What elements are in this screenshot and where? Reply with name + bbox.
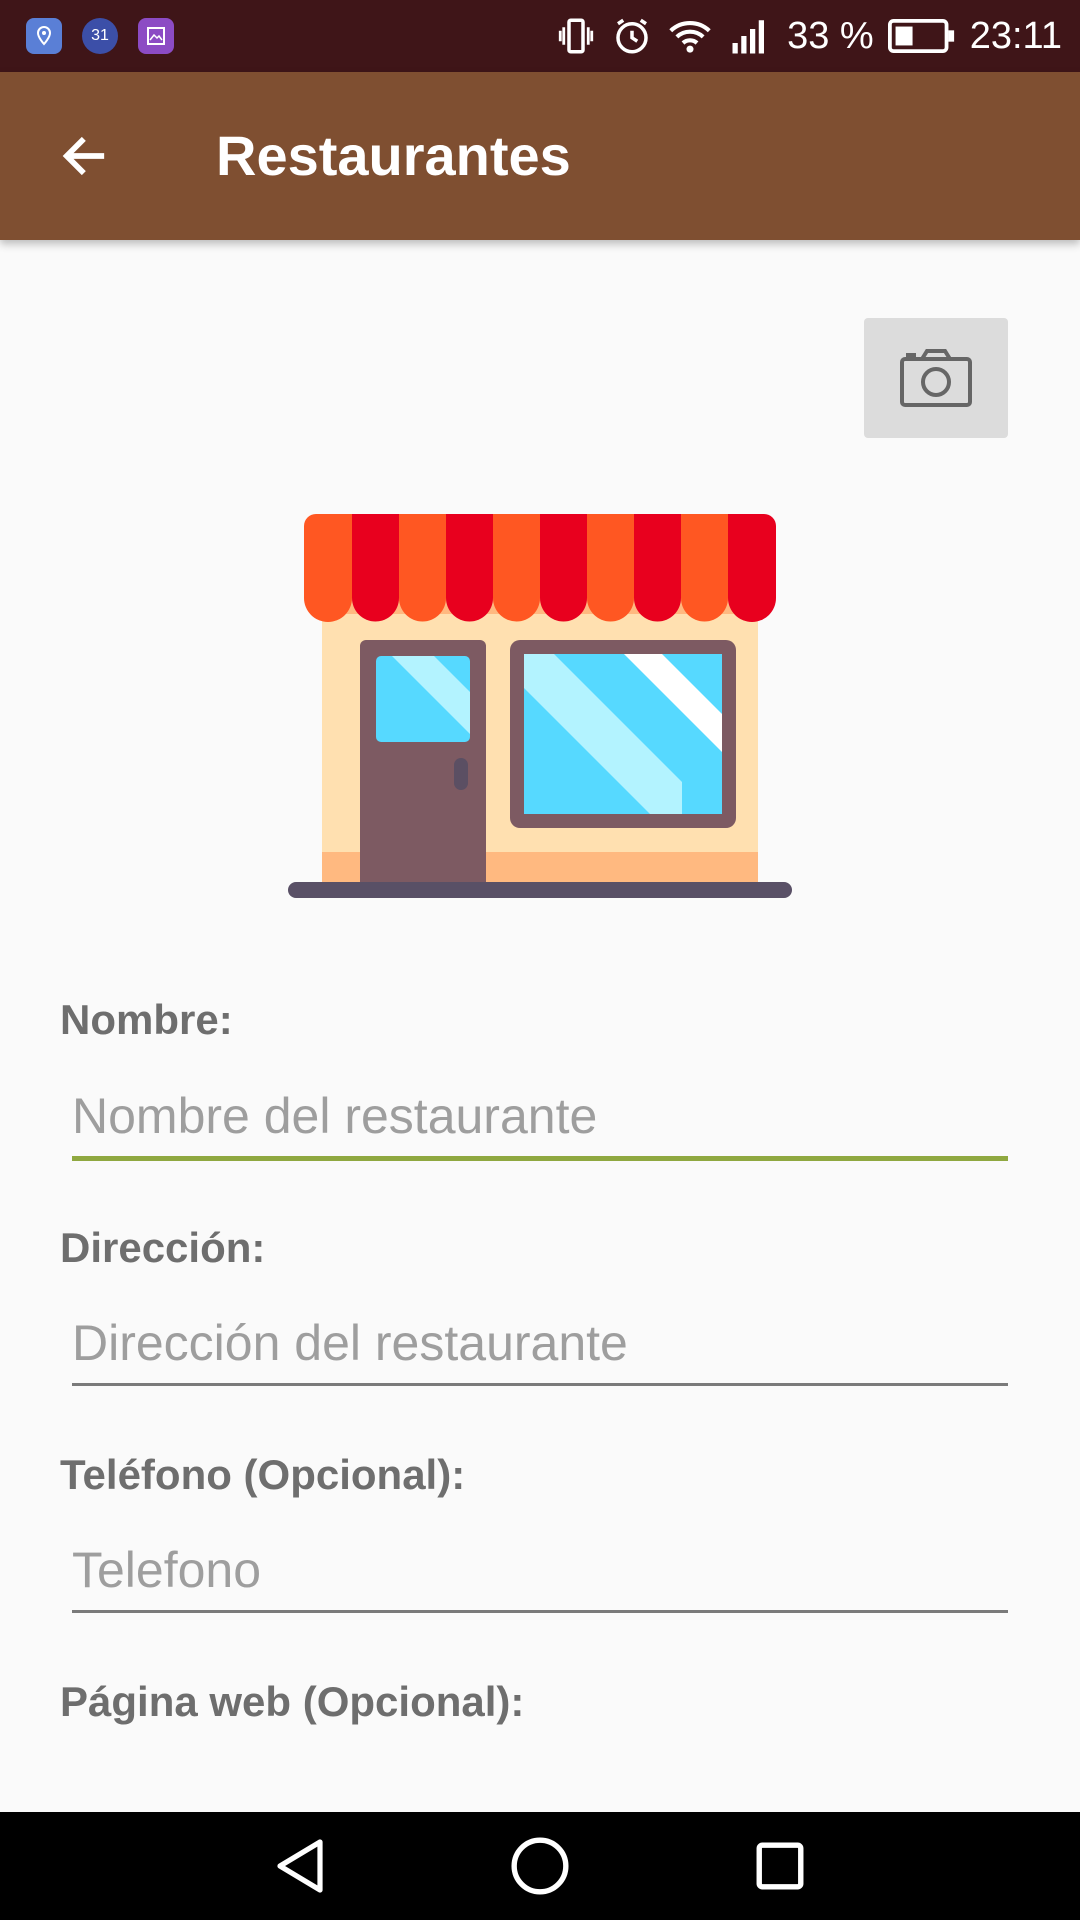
pagina-web-label: Página web (Opcional): [60,1678,525,1725]
circle-home-icon [511,1837,569,1895]
vibrate-icon [558,18,594,54]
home-nav-button[interactable] [500,1826,580,1906]
clock: 23:11 [969,14,1062,57]
direccion-underline [72,1383,1008,1386]
signal-icon [732,20,765,54]
calendar-day: 31 [91,27,109,44]
maps-icon [26,18,62,54]
camera-button[interactable] [864,318,1008,438]
square-recents-icon [756,1842,804,1890]
system-status: 33 % 23:11 [555,0,1062,72]
navigation-bar [0,1812,1080,1920]
telefono-underline [72,1610,1008,1613]
battery-icon [887,19,954,53]
nombre-label: Nombre: [60,996,233,1043]
battery-percent: 33 % [787,14,874,57]
status-bar: 31 33 % 23:11 [0,0,1080,72]
arrow-back-icon [62,136,105,176]
telefono-input[interactable] [72,1530,1008,1610]
wifi-icon [669,20,711,53]
triangle-back-icon [277,1839,323,1893]
storefront-icon [288,514,792,898]
calendar-icon: 31 [82,18,118,54]
telefono-label: Teléfono (Opcional): [60,1451,466,1498]
nombre-input[interactable] [72,1076,1008,1156]
back-button[interactable] [44,116,124,196]
gallery-icon [138,18,174,54]
page-title: Restaurantes [216,124,571,187]
notification-icons: 31 [26,18,174,54]
camera-icon [900,349,972,407]
alarm-icon [616,18,648,54]
recents-nav-button[interactable] [740,1826,820,1906]
app-bar: Restaurantes [0,72,1080,240]
direccion-input[interactable] [72,1303,1008,1383]
back-nav-button[interactable] [260,1826,340,1906]
restaurant-illustration [288,512,792,909]
direccion-label: Dirección: [60,1224,266,1271]
nombre-underline [72,1156,1008,1161]
